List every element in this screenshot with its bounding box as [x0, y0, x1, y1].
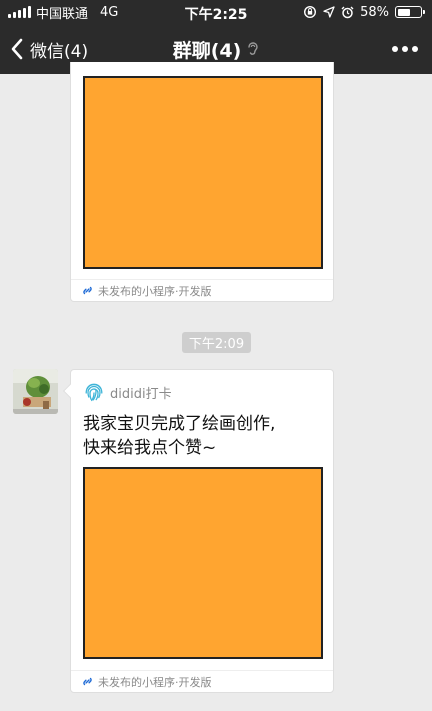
card-footer-label: 未发布的小程序·开发版: [98, 675, 212, 689]
fingerprint-icon: [85, 383, 103, 402]
earpiece-mode-icon: [248, 42, 258, 55]
more-dots-icon: [392, 46, 418, 52]
card-footer-label: 未发布的小程序·开发版: [98, 284, 212, 298]
battery-icon: [395, 6, 425, 18]
avatar[interactable]: [13, 369, 58, 414]
card-text-line: 我家宝贝完成了绘画创作,: [83, 414, 276, 434]
mini-program-card[interactable]: dididi打卡 我家宝贝完成了绘画创作, 快来给我点个赞~ 未发布的小程序·开…: [62, 369, 334, 693]
mini-program-name: dididi打卡: [110, 386, 172, 402]
chat-title: 群聊(4): [172, 39, 242, 62]
card-footer: 未发布的小程序·开发版: [71, 279, 333, 301]
more-button[interactable]: [392, 24, 418, 74]
rotation-lock-icon: [304, 5, 317, 19]
card-text-line: 快来给我点个赞~: [83, 438, 217, 458]
card-footer: 未发布的小程序·开发版: [71, 670, 333, 692]
mini-program-link-icon: [83, 286, 92, 295]
battery-percent: 58%: [360, 4, 389, 20]
card-thumbnail[interactable]: [83, 76, 323, 269]
mini-program-card[interactable]: 未发布的小程序·开发版: [70, 62, 334, 302]
alarm-icon: [341, 6, 354, 18]
mini-program-link-icon: [83, 677, 92, 686]
location-arrow-icon: [323, 6, 335, 18]
card-thumbnail[interactable]: [83, 467, 323, 659]
card-message-text: 我家宝贝完成了绘画创作, 快来给我点个赞~: [83, 412, 323, 460]
message-timestamp: 下午2:09: [182, 332, 251, 353]
status-bar: 中国联通 4G 下午2:25 58%: [0, 0, 432, 24]
